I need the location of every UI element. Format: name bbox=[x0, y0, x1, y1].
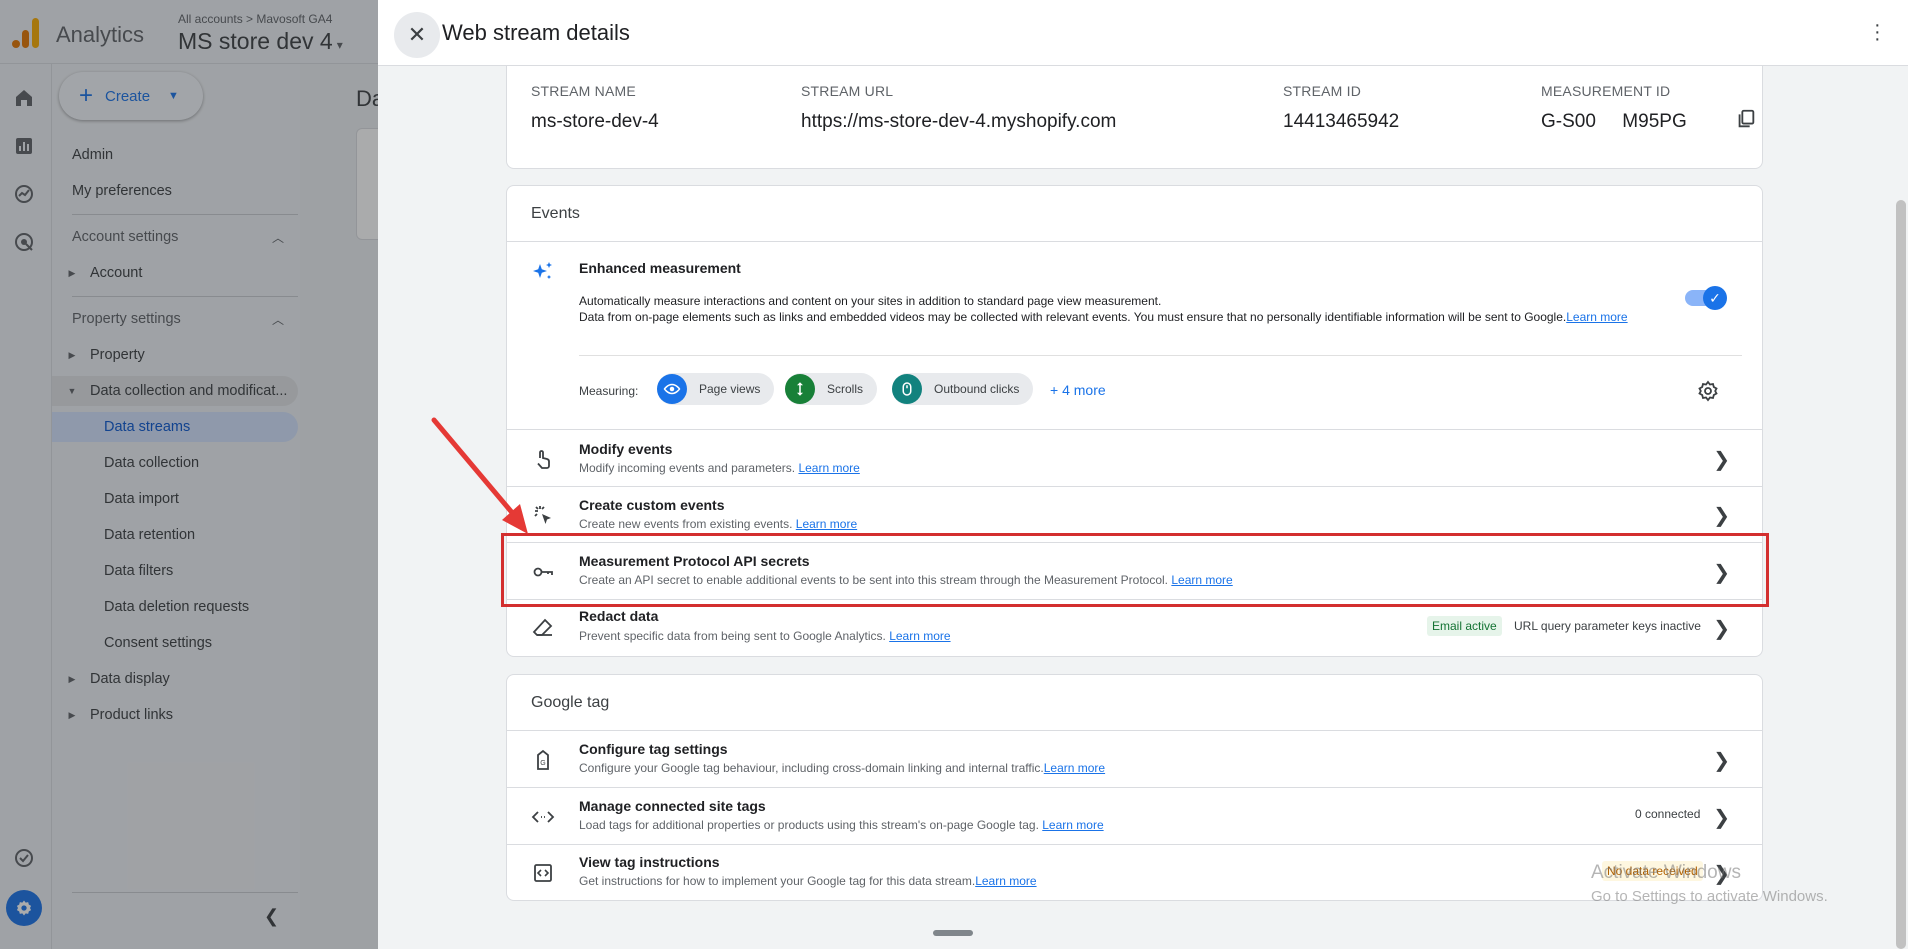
stream-id-label: STREAM ID bbox=[1283, 83, 1362, 99]
watermark-line-1: Activate Windows bbox=[1591, 862, 1741, 883]
redact-data-desc: Prevent specific data from being sent to… bbox=[579, 629, 951, 643]
chevron-right-icon: ❯ bbox=[1713, 618, 1730, 640]
panel-header: ✕ Web stream details · · · bbox=[378, 0, 1908, 66]
chip-label: Scrolls bbox=[827, 382, 864, 396]
measuring-label: Measuring: bbox=[579, 384, 639, 398]
chip-label: Page views bbox=[699, 382, 761, 396]
gear-icon[interactable] bbox=[1696, 379, 1720, 403]
mouse-icon bbox=[892, 374, 922, 404]
description-text: Get instructions for how to implement yo… bbox=[579, 874, 976, 888]
learn-more-link[interactable]: Learn more bbox=[798, 461, 859, 475]
stream-name-field: STREAM NAME ms-store-dev-4 bbox=[531, 83, 659, 133]
google-tag-card: Google tag G Configure tag settings Conf… bbox=[506, 674, 1763, 901]
enhanced-measurement-row: Enhanced measurement Automatically measu… bbox=[507, 242, 1762, 430]
svg-text:G: G bbox=[540, 760, 545, 767]
modify-events-desc: Modify incoming events and parameters. L… bbox=[579, 461, 860, 475]
highlight-box bbox=[501, 533, 1769, 607]
description-text: Modify incoming events and parameters. bbox=[579, 461, 796, 475]
view-tag-instructions-title: View tag instructions bbox=[579, 854, 720, 870]
configure-tag-settings-row[interactable]: G Configure tag settings Configure your … bbox=[507, 731, 1762, 788]
description-text: Data from on-page elements such as links… bbox=[579, 310, 1567, 324]
chip-label: Outbound clicks bbox=[934, 382, 1020, 396]
url-query-status: URL query parameter keys inactive bbox=[1514, 619, 1701, 633]
chevron-right-icon: ❯ bbox=[1713, 750, 1730, 772]
enhanced-description-1: Automatically measure interactions and c… bbox=[579, 294, 1162, 308]
chevron-right-icon: ❯ bbox=[1713, 449, 1730, 471]
panel-title: Web stream details bbox=[442, 20, 630, 45]
code-arrows-icon bbox=[531, 805, 555, 829]
enhanced-description-2: Data from on-page elements such as links… bbox=[579, 310, 1659, 325]
measurement-id-value: G-S00 M95PG bbox=[1541, 111, 1687, 132]
configure-tag-title: Configure tag settings bbox=[579, 741, 728, 757]
divider bbox=[579, 355, 1742, 356]
panel-scrollbar[interactable] bbox=[1896, 200, 1906, 949]
measurement-id-field: MEASUREMENT ID G-S00 M95PG bbox=[1541, 83, 1687, 133]
chip-outbound-clicks: Outbound clicks bbox=[892, 373, 1034, 405]
description-text: Create new events from existing events. bbox=[579, 517, 793, 531]
learn-more-link[interactable]: Learn more bbox=[889, 629, 950, 643]
description-text: Configure your Google tag behaviour, inc… bbox=[579, 761, 1044, 775]
stream-url-value: https://ms-store-dev-4.myshopify.com bbox=[801, 111, 1117, 132]
chevron-right-icon: ❯ bbox=[1713, 505, 1730, 527]
stream-id-field: STREAM ID 14413465942 bbox=[1283, 83, 1399, 133]
more-options-icon[interactable]: · · · bbox=[1874, 15, 1881, 49]
connected-count: 0 connected bbox=[1635, 807, 1701, 821]
stream-url-field: STREAM URL https://ms-store-dev-4.myshop… bbox=[801, 83, 1116, 133]
stream-details-card: STREAM NAME ms-store-dev-4 STREAM URL ht… bbox=[506, 66, 1763, 169]
create-custom-events-title: Create custom events bbox=[579, 497, 725, 513]
create-custom-events-desc: Create new events from existing events. … bbox=[579, 517, 857, 531]
modify-events-title: Modify events bbox=[579, 441, 673, 457]
chevron-right-icon: ❯ bbox=[1713, 807, 1730, 829]
learn-more-link[interactable]: Learn more bbox=[975, 874, 1036, 888]
description-text: Load tags for additional properties or p… bbox=[579, 818, 1039, 832]
stream-name-label: STREAM NAME bbox=[531, 83, 636, 99]
learn-more-link[interactable]: Learn more bbox=[1566, 310, 1627, 324]
redact-data-row[interactable]: Redact data Prevent specific data from b… bbox=[507, 600, 1762, 656]
check-icon: ✓ bbox=[1703, 286, 1727, 310]
view-tag-instructions-row[interactable]: View tag instructions Get instructions f… bbox=[507, 845, 1762, 900]
more-events-link[interactable]: + 4 more bbox=[1050, 382, 1106, 398]
learn-more-link[interactable]: Learn more bbox=[1044, 761, 1105, 775]
enhanced-measurement-title: Enhanced measurement bbox=[579, 260, 741, 276]
annotation-arrow-icon bbox=[431, 417, 528, 534]
events-header: Events bbox=[507, 186, 1762, 242]
configure-tag-desc: Configure your Google tag behaviour, inc… bbox=[579, 761, 1105, 775]
copy-icon[interactable] bbox=[1735, 108, 1757, 130]
sparkle-icon bbox=[531, 260, 555, 284]
scroll-icon bbox=[785, 374, 815, 404]
chip-scrolls: Scrolls bbox=[785, 373, 878, 405]
email-active-badge: Email active bbox=[1427, 616, 1502, 636]
eye-icon bbox=[657, 374, 687, 404]
chip-page-views: Page views bbox=[657, 373, 775, 405]
manage-connected-tags-desc: Load tags for additional properties or p… bbox=[579, 818, 1104, 832]
eraser-icon bbox=[531, 616, 555, 640]
learn-more-link[interactable]: Learn more bbox=[1042, 818, 1103, 832]
enhanced-measurement-toggle[interactable]: ✓ bbox=[1685, 286, 1727, 310]
stream-name-value: ms-store-dev-4 bbox=[531, 111, 659, 132]
stream-url-label: STREAM URL bbox=[801, 83, 894, 99]
stream-id-value: 14413465942 bbox=[1283, 111, 1400, 132]
windows-activation-watermark: Activate Windows Go to Settings to activ… bbox=[1591, 862, 1828, 905]
measurement-id-label: MEASUREMENT ID bbox=[1541, 83, 1671, 99]
redact-data-title: Redact data bbox=[579, 608, 659, 624]
learn-more-link[interactable]: Learn more bbox=[796, 517, 857, 531]
panel-drag-handle[interactable] bbox=[933, 930, 973, 936]
code-box-icon bbox=[531, 861, 555, 885]
manage-connected-tags-row[interactable]: Manage connected site tags Load tags for… bbox=[507, 788, 1762, 845]
google-tag-header: Google tag bbox=[507, 675, 1762, 731]
view-tag-instructions-desc: Get instructions for how to implement yo… bbox=[579, 874, 1037, 888]
manage-connected-tags-title: Manage connected site tags bbox=[579, 798, 766, 814]
tag-icon: G bbox=[531, 748, 555, 772]
web-stream-details-panel: ✕ Web stream details · · · STREAM NAME ms-… bbox=[378, 0, 1908, 949]
description-text: Prevent specific data from being sent to… bbox=[579, 629, 886, 643]
close-icon[interactable]: ✕ bbox=[394, 12, 440, 58]
modify-events-row[interactable]: Modify events Modify incoming events and… bbox=[507, 431, 1762, 487]
watermark-line-2: Go to Settings to activate Windows. bbox=[1591, 888, 1828, 905]
